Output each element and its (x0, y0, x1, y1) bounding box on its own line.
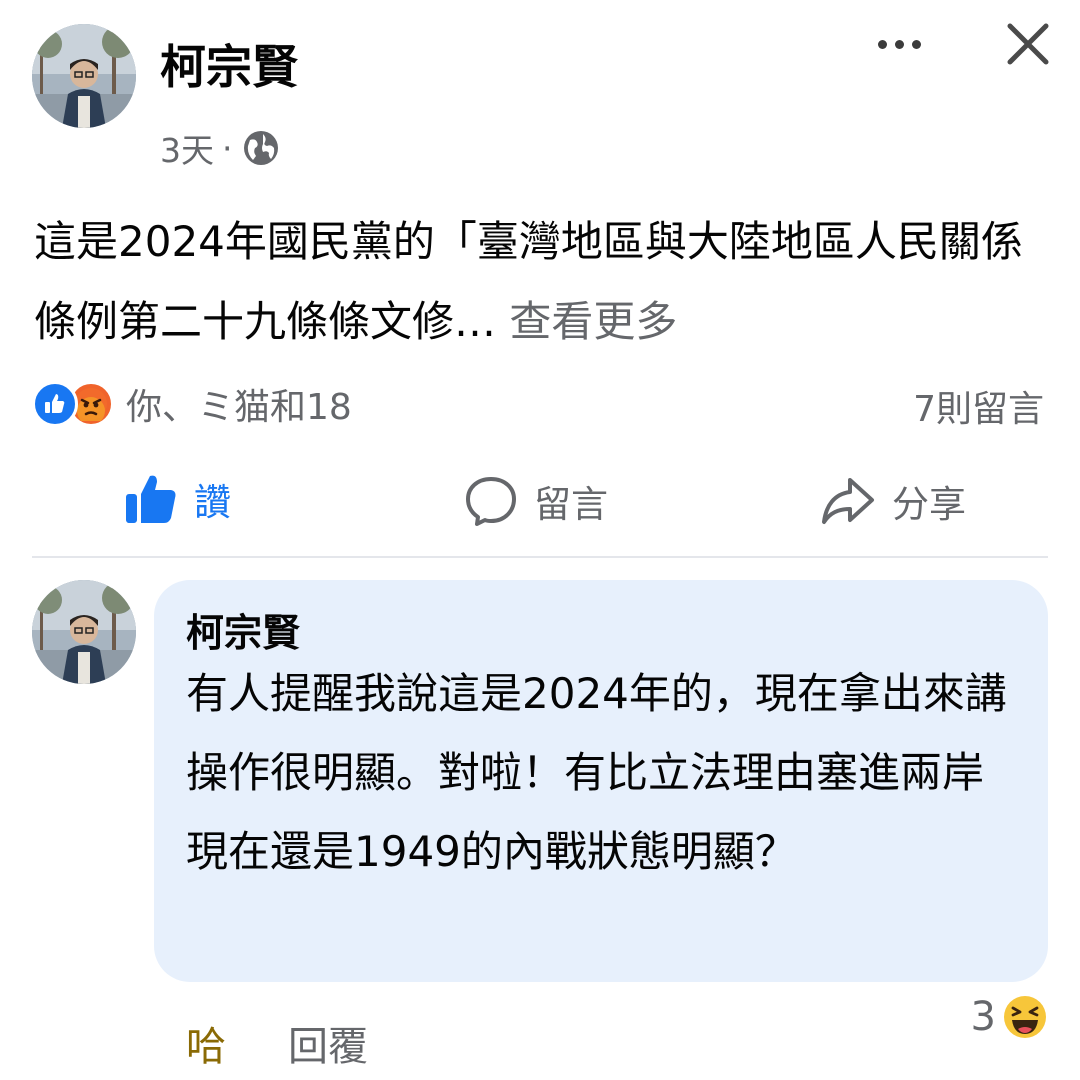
comment-button[interactable]: 留言 (464, 474, 608, 528)
thumbs-up-icon (124, 473, 178, 525)
like-icon (32, 381, 78, 427)
more-options-icon[interactable] (878, 34, 930, 54)
commenter-avatar[interactable] (32, 580, 136, 684)
comment-bubble: 柯宗賢 有人提醒我說這是2024年的，現在拿出來講操作很明顯。對啦！有比立法理由… (154, 580, 1048, 982)
post-author-name[interactable]: 柯宗賢 (160, 44, 298, 90)
haha-icon (1002, 994, 1048, 1040)
haha-reaction-label[interactable]: 哈 (186, 1014, 226, 1072)
reaction-count: 3 (970, 994, 996, 1040)
reply-button[interactable]: 回覆 (288, 1014, 368, 1072)
share-button[interactable]: 分享 (820, 474, 966, 528)
like-label: 讚 (194, 481, 231, 524)
comment-author-name[interactable]: 柯宗賢 (186, 602, 300, 657)
author-avatar[interactable] (32, 24, 136, 128)
globe-icon (241, 128, 281, 168)
see-more-link[interactable]: 查看更多 (509, 297, 677, 346)
share-label: 分享 (892, 483, 966, 526)
like-button[interactable]: 讚 (124, 472, 231, 526)
divider (32, 556, 1048, 558)
close-icon[interactable] (1004, 20, 1052, 68)
meta-separator: · (222, 128, 233, 168)
comment-label: 留言 (534, 483, 608, 526)
post-text: 這是2024年國民黨的「臺灣地區與大陸地區人民關係條例第二十九條條文修… 查看更… (34, 202, 1046, 362)
comment-text: 有人提醒我說這是2024年的，現在拿出來講操作很明顯。對啦！有比立法理由塞進兩岸… (186, 669, 1007, 876)
post-meta: 3天 · (160, 124, 281, 172)
reaction-summary[interactable]: 你、ミ猫和18 (32, 378, 352, 430)
share-arrow-icon (820, 476, 876, 526)
comments-count[interactable]: 7則留言 (913, 380, 1044, 432)
comment-reaction-count[interactable]: 3 (971, 994, 1048, 1040)
speech-bubble-icon (464, 475, 518, 527)
reaction-names: 你、ミ猫和18 (126, 387, 352, 428)
post-timestamp[interactable]: 3天 (160, 124, 214, 172)
